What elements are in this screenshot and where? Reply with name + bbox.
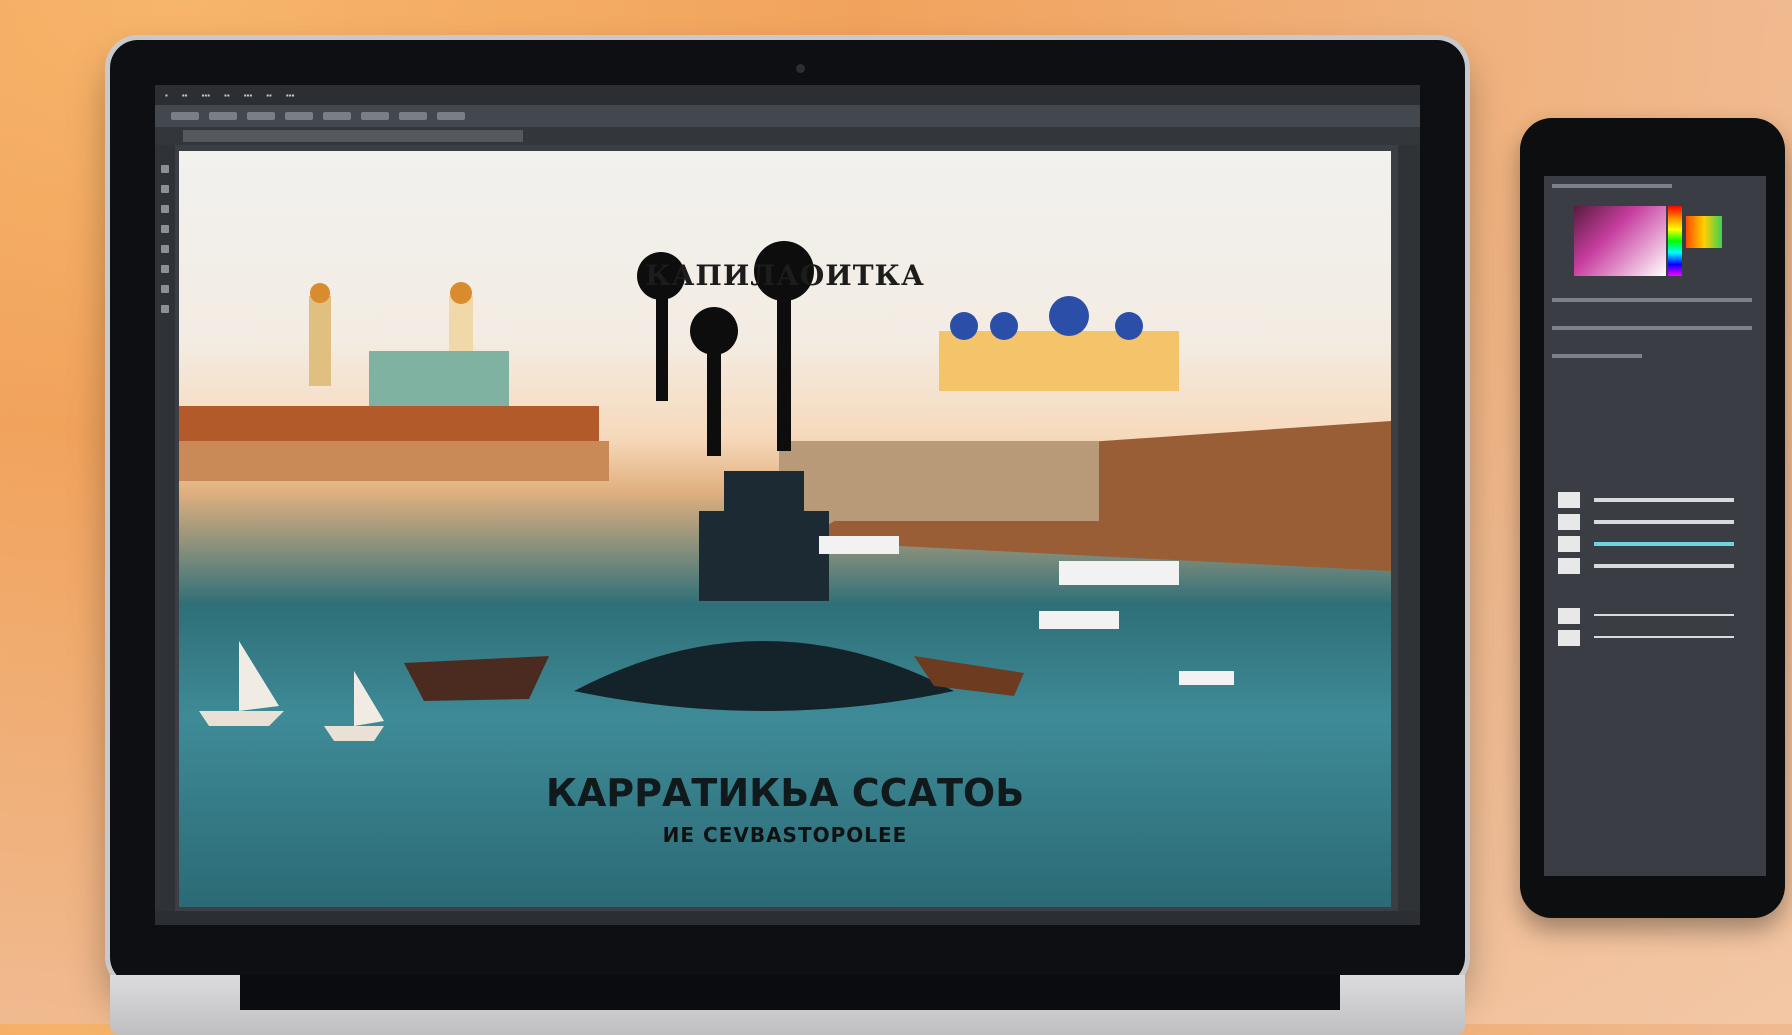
tools-panel <box>155 145 175 925</box>
crop-tool-icon[interactable] <box>161 225 169 233</box>
text-tool-icon[interactable] <box>161 285 169 293</box>
marquee-tool-icon[interactable] <box>161 185 169 193</box>
right-church-dome <box>950 312 978 340</box>
hue-slider[interactable] <box>1668 206 1682 276</box>
option-control[interactable] <box>171 112 199 120</box>
phone-screen <box>1544 176 1766 876</box>
panel-toolbar <box>1552 298 1752 302</box>
option-control[interactable] <box>285 112 313 120</box>
right-fortress-wall <box>779 441 1099 521</box>
key-shaft <box>707 346 721 456</box>
option-control[interactable] <box>247 112 275 120</box>
app-menubar: ▪ ▪▪ ▪▪▪ ▪▪ ▪▪▪ ▪▪ ▪▪▪ <box>155 85 1420 105</box>
lasso-tool-icon[interactable] <box>161 205 169 213</box>
menu-item[interactable]: ▪▪▪ <box>202 91 211 100</box>
motor-yacht <box>819 536 899 554</box>
motor-yacht <box>1039 611 1119 629</box>
status-bar <box>155 911 1420 925</box>
document-tab[interactable] <box>183 130 523 142</box>
left-fortress-wall <box>179 441 609 481</box>
option-control[interactable] <box>209 112 237 120</box>
menu-item[interactable]: ▪▪▪ <box>286 91 295 100</box>
layer-row[interactable] <box>1554 556 1754 576</box>
layer-row[interactable] <box>1554 512 1754 532</box>
menu-item[interactable]: ▪ <box>165 91 168 100</box>
zoom-tool-icon[interactable] <box>161 305 169 313</box>
document-canvas[interactable]: КАПИЛАОИТКА КАРРАТИКЬА ССАТОЬ ИЕ CEVBAST… <box>179 151 1391 907</box>
poster-main-title: КАРРАТИКЬА ССАТОЬ <box>545 771 1025 815</box>
move-tool-icon[interactable] <box>161 165 169 173</box>
panel-dock <box>1398 145 1420 925</box>
motor-yacht <box>1179 671 1234 685</box>
menu-item[interactable]: ▪▪ <box>266 91 272 100</box>
layer-row[interactable] <box>1554 534 1754 554</box>
eraser-tool-icon[interactable] <box>161 265 169 273</box>
right-church-dome <box>1049 296 1089 336</box>
menu-item[interactable]: ▪▪▪ <box>244 91 253 100</box>
poster-top-title: КАПИЛАОИТКА <box>645 259 925 292</box>
layer-row[interactable] <box>1554 490 1754 510</box>
document-tab-bar <box>155 127 1420 145</box>
option-control[interactable] <box>361 112 389 120</box>
ship-hull <box>404 656 549 701</box>
motor-yacht <box>1059 561 1179 585</box>
sail <box>354 671 384 726</box>
yacht-hull <box>199 711 284 726</box>
brush-tool-icon[interactable] <box>161 245 169 253</box>
menu-item[interactable]: ▪▪ <box>224 91 230 100</box>
sail <box>239 641 279 711</box>
panel-header <box>1552 184 1672 188</box>
webcam <box>796 64 805 73</box>
key-shaft <box>656 291 668 401</box>
options-bar <box>155 105 1420 127</box>
poster-subtitle: ИЕ CEVBASTOPOLEE <box>662 823 908 847</box>
right-church-body <box>939 331 1179 391</box>
option-control[interactable] <box>399 112 427 120</box>
laptop-hinge <box>240 975 1340 1010</box>
laptop-screen: ▪ ▪▪ ▪▪▪ ▪▪ ▪▪▪ ▪▪ ▪▪▪ КАПИЛАОИТКА КАРРА… <box>155 85 1420 925</box>
layer-row[interactable] <box>1554 628 1754 648</box>
panel-toolbar <box>1552 354 1642 358</box>
key-shaft <box>777 291 791 451</box>
option-control[interactable] <box>437 112 465 120</box>
left-church-tower <box>309 296 331 386</box>
smartphone <box>1520 118 1785 918</box>
color-swatch[interactable] <box>1686 216 1722 248</box>
option-control[interactable] <box>323 112 351 120</box>
yacht-hull <box>324 726 384 741</box>
left-church-body <box>369 351 509 406</box>
right-church-dome <box>1115 312 1143 340</box>
layer-row[interactable] <box>1554 606 1754 626</box>
color-picker-field[interactable] <box>1574 206 1666 276</box>
panel-toolbar <box>1552 326 1752 330</box>
right-church-dome <box>990 312 1018 340</box>
menu-item[interactable]: ▪▪ <box>182 91 188 100</box>
